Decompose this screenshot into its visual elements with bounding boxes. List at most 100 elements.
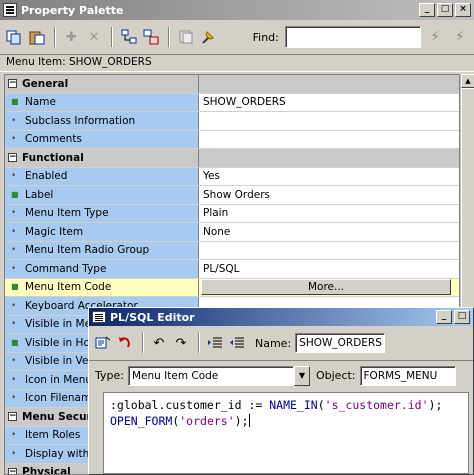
property-palette-icon — [3, 3, 17, 17]
editor-gutter — [89, 392, 103, 474]
editor-maximize-button[interactable]: □ — [454, 310, 470, 324]
context-label: Menu Item: SHOW_ORDERS — [0, 54, 474, 72]
find-label: Find: — [252, 30, 279, 44]
property-name: Visible in Mer — [25, 318, 96, 331]
property-name: Menu Item Type — [25, 207, 109, 220]
default-property-icon: • — [11, 263, 17, 274]
property-row-menu-item-radio-group[interactable]: • Menu Item Radio Group — [5, 241, 459, 260]
property-row-menu-item-code[interactable]: ■ Menu Item Code More... — [5, 278, 459, 297]
category-row-general[interactable]: − General — [5, 75, 459, 94]
property-name: Icon in Menu — [25, 373, 93, 386]
code-string: 's_customer.id' — [324, 398, 429, 412]
redo-icon[interactable]: ↷ — [171, 332, 191, 354]
property-name: Menu Item Radio Group — [25, 244, 150, 257]
add-icon[interactable]: ✚ — [61, 26, 82, 48]
editor-titlebar[interactable]: PL/SQL Editor _ □ — [89, 308, 473, 326]
copy-icon[interactable] — [4, 26, 25, 48]
more-button[interactable]: More... — [201, 279, 451, 296]
paste-icon[interactable] — [27, 26, 48, 48]
code-text: :global.customer_id := — [110, 398, 270, 412]
collapse-icon[interactable]: − — [8, 79, 17, 89]
close-button[interactable]: × — [455, 3, 471, 17]
name-field[interactable]: SHOW_ORDERS — [295, 333, 386, 353]
property-value[interactable]: Yes — [199, 168, 459, 186]
text-caret — [248, 414, 250, 427]
toolbar-separator — [168, 27, 171, 47]
property-row-subclass-information[interactable]: • Subclass Information — [5, 112, 459, 131]
palette-titlebar[interactable]: Property Palette _ □ × — [0, 0, 474, 20]
property-row-enabled[interactable]: • Enabled Yes — [5, 167, 459, 186]
code-editor[interactable]: :global.customer_id := NAME_IN('s_custom… — [103, 392, 469, 474]
toolbar-separator — [142, 333, 144, 353]
property-row-comments[interactable]: • Comments — [5, 130, 459, 149]
property-row-magic-item[interactable]: • Magic Item None — [5, 223, 459, 242]
default-property-icon: • — [11, 393, 17, 404]
property-value[interactable] — [199, 131, 459, 149]
collapse-icon[interactable]: − — [8, 153, 17, 163]
property-name: Subclass Information — [25, 114, 136, 127]
default-property-icon: • — [11, 374, 17, 385]
property-name: Magic Item — [25, 225, 84, 238]
editor-minimize-button[interactable]: _ — [436, 310, 452, 324]
category-row-functional[interactable]: − Functional — [5, 149, 459, 168]
delete-icon[interactable]: ✕ — [84, 26, 105, 48]
scroll-up-icon[interactable]: ▲ — [461, 74, 474, 88]
property-name: Label — [25, 188, 54, 201]
default-property-icon: • — [11, 430, 17, 441]
type-select[interactable]: Menu Item Code ▼ — [127, 365, 310, 386]
object-label: Object: — [315, 369, 356, 382]
default-property-icon: • — [11, 208, 17, 219]
property-value[interactable]: PL/SQL — [199, 260, 459, 278]
plsql-editor-window: PL/SQL Editor _ □ ↶ ↷ Name: SHOW_ORDERS … — [88, 307, 474, 475]
find-input[interactable] — [284, 26, 421, 48]
property-row-command-type[interactable]: • Command Type PL/SQL — [5, 260, 459, 279]
plsql-editor-icon — [92, 311, 106, 323]
property-value[interactable]: SHOW_ORDERS — [199, 94, 459, 112]
editor-title: PL/SQL Editor — [110, 310, 195, 324]
property-row-menu-item-type[interactable]: • Menu Item Type Plain — [5, 204, 459, 223]
undo-icon[interactable]: ↶ — [149, 332, 169, 354]
chevron-down-icon[interactable]: ▼ — [293, 365, 310, 386]
collapse-icon[interactable]: − — [8, 467, 17, 474]
revert-icon[interactable] — [115, 332, 135, 354]
property-value[interactable]: Show Orders — [199, 186, 459, 204]
changed-property-icon: ■ — [11, 189, 19, 199]
inherit-icon[interactable] — [175, 26, 196, 48]
type-select-value[interactable]: Menu Item Code — [127, 365, 294, 386]
maximize-button[interactable]: □ — [437, 3, 453, 17]
code-string: 'orders' — [179, 414, 235, 428]
collapse-icon[interactable]: − — [8, 412, 17, 422]
property-value[interactable] — [199, 242, 459, 260]
property-row-label[interactable]: ■ Label Show Orders — [5, 186, 459, 205]
property-name: Display witho — [25, 447, 96, 460]
property-name: Visible in Hor — [25, 336, 95, 349]
toolbar-separator — [198, 333, 200, 353]
type-label: Type: — [95, 369, 124, 382]
property-value[interactable] — [199, 112, 459, 130]
toolbar-separator — [111, 27, 114, 47]
find-next-icon[interactable]: ⚡ — [425, 26, 446, 48]
changed-property-icon: ■ — [11, 282, 19, 292]
freeze-icon[interactable] — [198, 26, 219, 48]
property-value[interactable]: None — [199, 223, 459, 241]
palette-toolbar: ✚ ✕ Find: ⚡ ⚡ — [0, 20, 474, 54]
default-property-icon: • — [11, 448, 17, 459]
union-icon[interactable] — [141, 26, 162, 48]
object-field[interactable]: FORMS_MENU — [359, 365, 456, 386]
category-label: General — [22, 77, 69, 90]
property-name: Item Roles — [25, 429, 81, 442]
editor-toolbar: ↶ ↷ Name: SHOW_ORDERS — [89, 326, 473, 360]
editor-type-bar: Type: Menu Item Code ▼ Object: FORMS_MEN… — [89, 360, 473, 390]
compile-icon[interactable] — [93, 332, 113, 354]
property-name: Command Type — [25, 262, 107, 275]
find-previous-icon[interactable]: ⚡ — [449, 26, 470, 48]
default-property-icon: • — [11, 356, 17, 367]
property-row-name[interactable]: ■ Name SHOW_ORDERS — [5, 93, 459, 112]
outdent-icon[interactable] — [227, 332, 247, 354]
property-value[interactable]: Plain — [199, 205, 459, 223]
default-property-icon: • — [11, 115, 17, 126]
minimize-button[interactable]: _ — [419, 3, 435, 17]
indent-icon[interactable] — [205, 332, 225, 354]
category-label: Physical — [22, 466, 71, 475]
intersection-icon[interactable] — [118, 26, 139, 48]
